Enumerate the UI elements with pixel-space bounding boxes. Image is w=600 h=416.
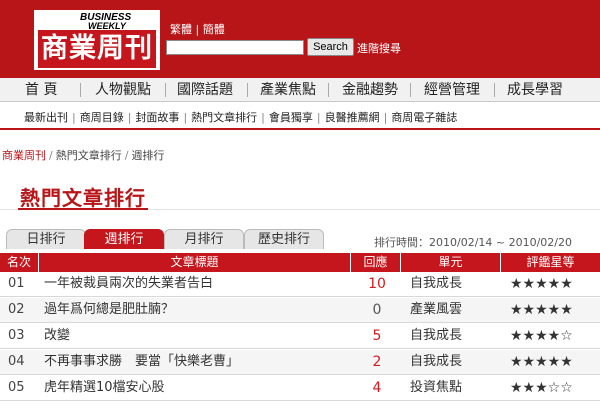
breadcrumb-home-link[interactable]: 商業周刊 — [2, 149, 46, 162]
logo-weekly-text: WEEKLY — [88, 21, 126, 31]
breadcrumb-current: 週排行 — [131, 149, 165, 162]
row-title-link[interactable]: 改變 — [44, 324, 70, 348]
site-header: BUSINESS WEEKLY 商業周刊 繁體 | 簡體 Search 進階搜尋 — [0, 0, 600, 78]
tab-daily[interactable]: 日排行 — [6, 229, 86, 249]
row-rank: 03 — [8, 328, 25, 343]
sub-nav-divider: | — [183, 111, 188, 124]
table-row: 05 虎年精選10檔安心股 4 投資焦點 ★★★☆☆ — [0, 376, 600, 401]
row-rating-stars: ★★★★☆ — [510, 328, 573, 344]
row-replies[interactable]: 2 — [362, 350, 392, 374]
breadcrumb-separator: / — [49, 149, 53, 162]
search-input[interactable] — [166, 40, 304, 55]
page-title: 熱門文章排行 — [20, 186, 146, 210]
main-nav-divider — [165, 83, 166, 97]
table-row: 02 過年爲何總是肥肚腩？ 0 產業風雲 ★★★★★ — [0, 298, 600, 323]
main-nav-finance[interactable]: 金融趨勢 — [342, 78, 398, 102]
main-nav: 首 頁 人物觀點 國際話題 產業焦點 金融趨勢 經營管理 成長學習 — [0, 78, 600, 102]
sub-nav-emagazine[interactable]: 商周電子雜誌 — [391, 111, 457, 124]
lang-traditional-link[interactable]: 繁體 — [170, 23, 192, 36]
tab-history[interactable]: 歷史排行 — [244, 229, 324, 249]
row-title-link[interactable]: 虎年精選10檔安心股 — [44, 376, 165, 400]
language-switch: 繁體 | 簡體 — [170, 21, 225, 37]
main-nav-divider — [410, 83, 411, 97]
breadcrumb: 商業周刊 / 熱門文章排行 / 週排行 — [2, 147, 164, 163]
main-nav-divider — [328, 83, 329, 97]
row-unit[interactable]: 自我成長 — [410, 324, 462, 348]
header-title: 文章標題 — [170, 255, 219, 269]
lang-simplified-link[interactable]: 簡體 — [203, 23, 225, 36]
row-replies[interactable]: 4 — [362, 376, 392, 400]
row-rank: 05 — [8, 380, 25, 395]
table-row: 03 改變 5 自我成長 ★★★★☆ — [0, 324, 600, 349]
tab-monthly[interactable]: 月排行 — [164, 229, 244, 249]
main-nav-growth[interactable]: 成長學習 — [507, 78, 563, 102]
row-unit[interactable]: 產業風雲 — [410, 298, 462, 322]
main-nav-divider — [80, 83, 81, 97]
breadcrumb-ranking-link[interactable]: 熱門文章排行 — [56, 149, 122, 162]
header-unit: 單元 — [438, 255, 463, 269]
row-replies[interactable]: 5 — [362, 324, 392, 348]
row-rating-stars: ★★★★★ — [510, 276, 573, 292]
search-button[interactable]: Search — [307, 38, 354, 56]
breadcrumb-separator: / — [124, 149, 129, 162]
sub-nav-divider: | — [383, 111, 388, 124]
sub-nav-divider: | — [127, 111, 132, 124]
row-rank: 04 — [8, 354, 25, 369]
row-rank: 02 — [8, 302, 25, 317]
table-row: 01 一年被裁員兩次的失業者告白 10 自我成長 ★★★★★ — [0, 272, 600, 297]
sub-nav-divider: | — [316, 111, 321, 124]
row-rating-stars: ★★★☆☆ — [510, 380, 573, 396]
title-underline — [18, 208, 148, 210]
sub-nav: 最新出刊 | 商周目錄 | 封面故事 | 熱門文章排行 | 會員獨享 | 良醫推薦網 | 商周電子雜誌 — [0, 103, 600, 130]
main-nav-industry[interactable]: 產業焦點 — [260, 78, 316, 102]
sub-nav-latest[interactable]: 最新出刊 — [24, 111, 68, 124]
row-replies[interactable]: 0 — [362, 298, 392, 322]
advanced-search-link[interactable]: 進階搜尋 — [357, 40, 401, 56]
sub-nav-catalog[interactable]: 商周目錄 — [80, 111, 124, 124]
sub-nav-doctor[interactable]: 良醫推薦網 — [325, 111, 380, 124]
header-rank: 名次 — [6, 255, 31, 269]
main-nav-people[interactable]: 人物觀點 — [95, 78, 151, 102]
main-nav-home[interactable]: 首 頁 — [25, 78, 57, 102]
row-title-link[interactable]: 一年被裁員兩次的失業者告白 — [44, 272, 213, 296]
main-nav-divider — [494, 83, 495, 97]
main-nav-management[interactable]: 經營管理 — [424, 78, 480, 102]
sub-nav-cover-story[interactable]: 封面故事 — [135, 111, 179, 124]
site-logo[interactable]: BUSINESS WEEKLY 商業周刊 — [34, 10, 160, 70]
header-rating: 評鑑星等 — [526, 255, 575, 269]
row-unit[interactable]: 自我成長 — [410, 272, 462, 296]
main-nav-international[interactable]: 國際話題 — [177, 78, 233, 102]
row-unit[interactable]: 自我成長 — [410, 350, 462, 374]
tab-weekly[interactable]: 週排行 — [84, 229, 164, 249]
row-title-link[interactable]: 過年爲何總是肥肚腩？ — [44, 298, 174, 322]
table-row: 04 不再事事求勝 要當「快樂老曹」 2 自我成長 ★★★★★ — [0, 350, 600, 375]
row-replies[interactable]: 10 — [362, 272, 392, 296]
sub-nav-divider: | — [72, 111, 76, 124]
row-title-link[interactable]: 不再事事求勝 要當「快樂老曹」 — [44, 350, 239, 374]
lang-separator: | — [195, 23, 200, 36]
row-rating-stars: ★★★★★ — [510, 354, 573, 370]
header-replies: 回應 — [363, 255, 388, 269]
logo-main-text: 商業周刊 — [38, 30, 156, 68]
sub-nav-divider: | — [261, 111, 265, 124]
table-header: 名次 文章標題 回應 單元 評鑑星等 — [0, 253, 600, 272]
main-nav-divider — [247, 83, 248, 97]
sub-nav-members[interactable]: 會員獨享 — [269, 111, 313, 124]
row-unit[interactable]: 投資焦點 — [410, 376, 462, 400]
row-rank: 01 — [8, 276, 25, 291]
sub-nav-hot-ranking[interactable]: 熱門文章排行 — [191, 111, 257, 124]
ranking-period: 排行時間：2010/02/14 ~ 2010/02/20 — [374, 236, 573, 249]
row-rating-stars: ★★★★★ — [510, 302, 573, 318]
sub-nav-row: 最新出刊 | 商周目錄 | 封面故事 | 熱門文章排行 | 會員獨享 | 良醫推薦網 | 商周電子雜誌 — [24, 109, 457, 125]
